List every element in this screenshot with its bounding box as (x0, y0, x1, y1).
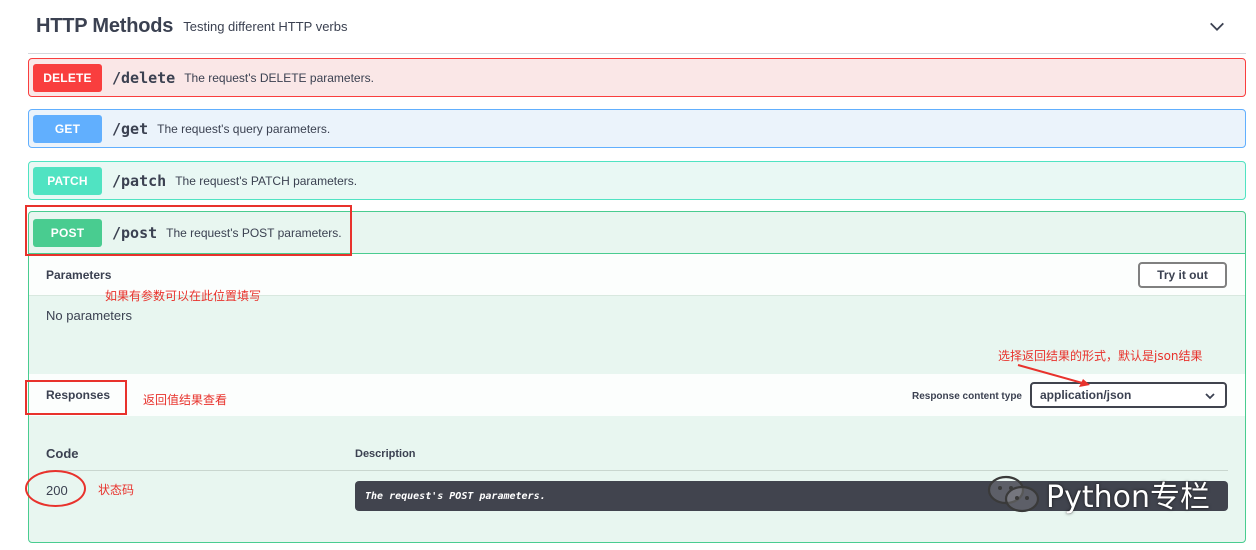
response-content-type-label: Response content type (911, 391, 1022, 402)
operation-summary[interactable]: DELETE /delete The request's DELETE para… (29, 59, 1245, 97)
operation-description: The request's query parameters. (157, 122, 331, 136)
section-description: Testing different HTTP verbs (183, 19, 348, 34)
annotation-box-post (25, 205, 352, 256)
watermark-text: Python专栏 (1046, 480, 1210, 515)
annotation-responses-note: 返回值结果查看 (143, 393, 228, 407)
operation-path: /get (112, 120, 149, 138)
method-badge-get: GET (33, 115, 102, 143)
parameters-title: Parameters (46, 267, 112, 282)
description-column-header: Description (355, 448, 416, 460)
wechat-icon (987, 475, 1040, 513)
annotation-arrow (1017, 364, 1090, 387)
try-it-out-button[interactable]: Try it out (1138, 262, 1227, 288)
no-parameters-text: No parameters (46, 308, 132, 323)
operation-description: The request's PATCH parameters. (175, 174, 358, 188)
section-header[interactable]: HTTP Methods Testing different HTTP verb… (28, 0, 1246, 54)
operation-patch[interactable]: PATCH /patch The request's PATCH paramet… (28, 161, 1246, 200)
table-divider (46, 470, 1228, 471)
operation-summary[interactable]: GET /get The request's query parameters. (29, 110, 1245, 148)
chevron-down-icon[interactable] (1208, 18, 1226, 36)
method-badge-patch: PATCH (33, 167, 102, 195)
watermark: Python专栏 (986, 472, 1210, 516)
annotation-status-code-note: 状态码 (98, 483, 135, 497)
annotation-box-responses (25, 380, 127, 415)
operation-get[interactable]: GET /get The request's query parameters. (28, 109, 1246, 148)
chevron-down-icon (1205, 393, 1215, 400)
annotation-params-note: 如果有参数可以在此位置填写 (105, 289, 262, 303)
operation-delete[interactable]: DELETE /delete The request's DELETE para… (28, 58, 1246, 97)
operation-path: /delete (112, 69, 176, 87)
operation-path: /patch (112, 172, 167, 190)
operation-summary[interactable]: PATCH /patch The request's PATCH paramet… (29, 162, 1245, 200)
method-badge-delete: DELETE (33, 64, 102, 92)
code-column-header: Code (46, 446, 79, 461)
annotation-ellipse-status (25, 470, 86, 507)
section-title: HTTP Methods (36, 15, 174, 37)
operation-description: The request's DELETE parameters. (184, 71, 374, 85)
